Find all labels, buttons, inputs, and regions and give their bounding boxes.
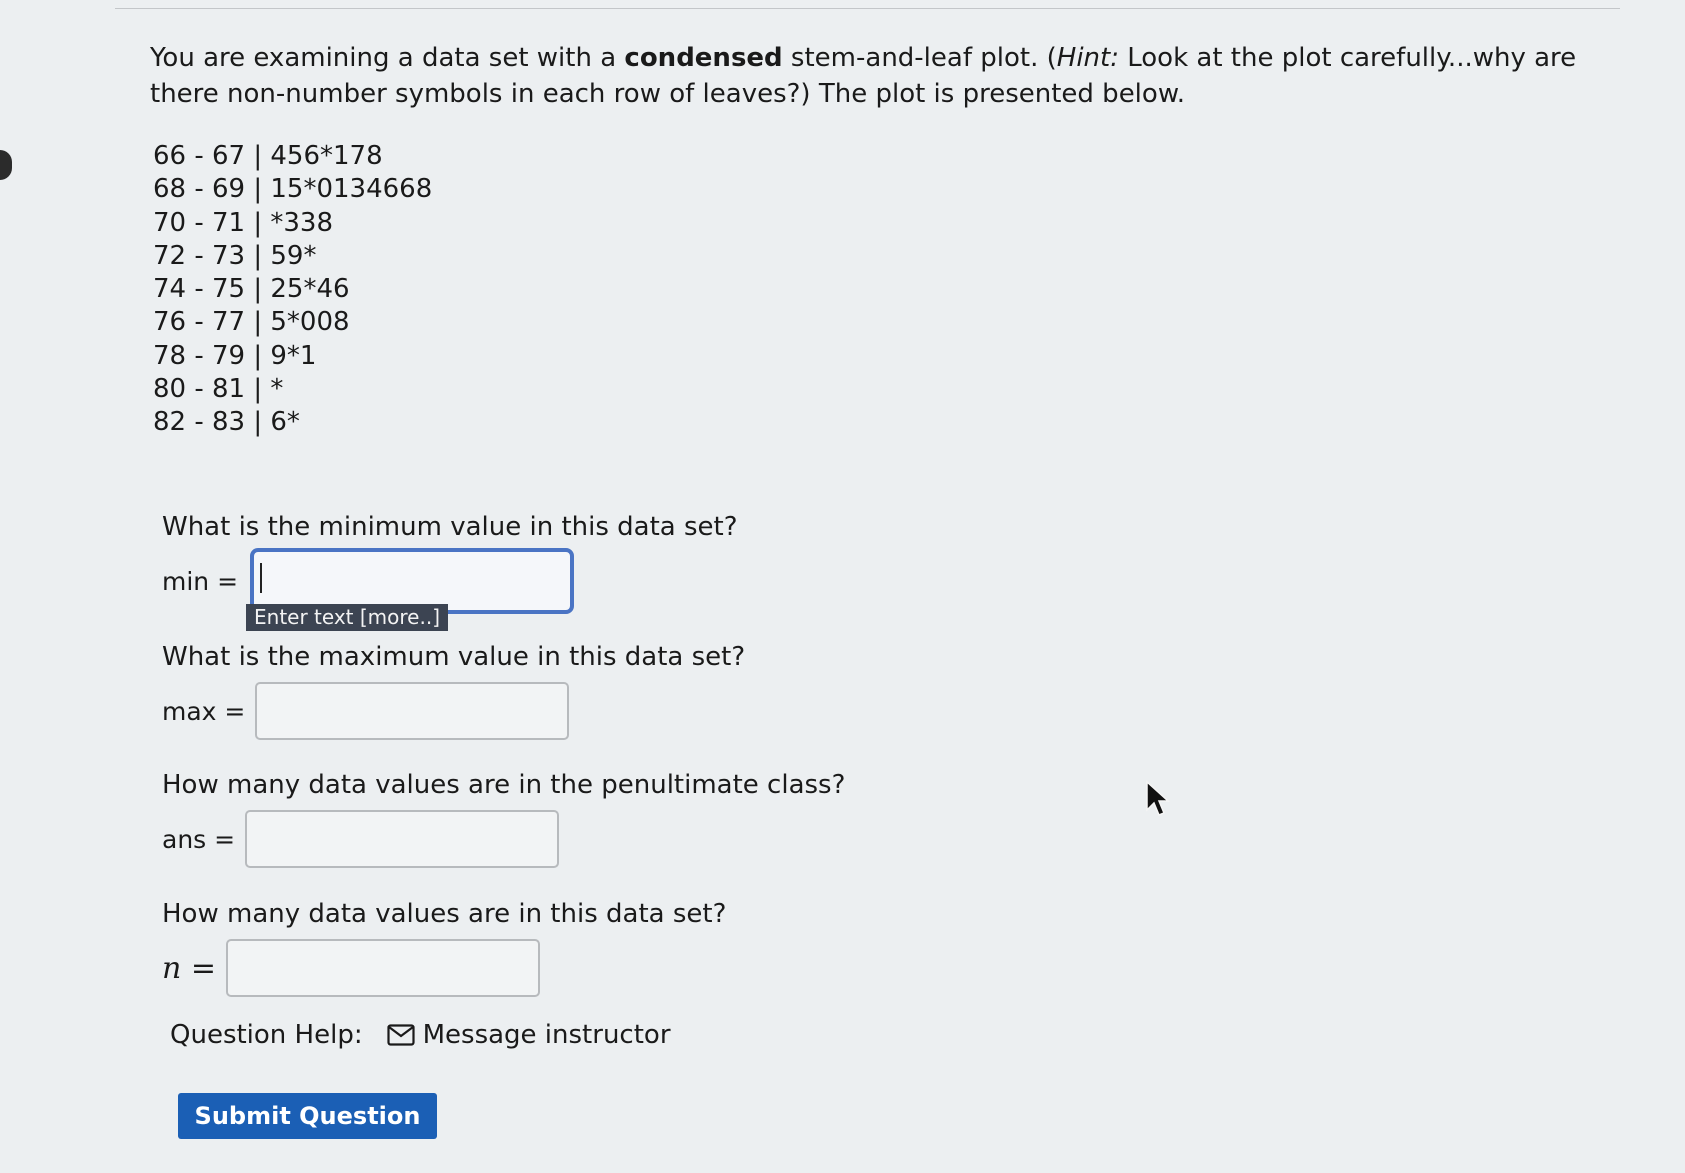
question-max-text: What is the maximum value in this data s… bbox=[162, 642, 746, 672]
stem-leaf-row: 76 - 77 | 5*008 bbox=[153, 307, 350, 338]
mouse-pointer-icon bbox=[1146, 780, 1170, 816]
answer-line-n: n = bbox=[162, 939, 726, 997]
intro-bold-text: condensed bbox=[624, 43, 783, 73]
max-input[interactable] bbox=[255, 682, 570, 740]
answer-line-max: max = bbox=[162, 682, 745, 740]
min-label: min = bbox=[162, 566, 239, 596]
ans-input[interactable] bbox=[245, 810, 560, 868]
question-penultimate-text: How many data values are in the penultim… bbox=[162, 770, 846, 800]
question-penultimate: How many data values are in the penultim… bbox=[162, 768, 845, 868]
n-input[interactable] bbox=[226, 939, 540, 997]
question-count: How many data values are in this data se… bbox=[162, 897, 726, 997]
text-caret bbox=[260, 563, 262, 593]
question-help-label: Question Help: bbox=[170, 1020, 363, 1050]
question-count-text: How many data values are in this data se… bbox=[162, 899, 727, 929]
stem-leaf-row: 78 - 79 | 9*1 bbox=[153, 340, 317, 371]
stem-leaf-row: 68 - 69 | 15*0134668 bbox=[153, 174, 433, 205]
stem-leaf-row: 74 - 75 | 25*46 bbox=[153, 274, 350, 305]
intro-hint-label: Hint: bbox=[1056, 43, 1119, 73]
max-label: max = bbox=[162, 696, 246, 726]
message-instructor-link[interactable]: Message instructor bbox=[423, 1020, 671, 1050]
stem-leaf-row: 70 - 71 | *338 bbox=[153, 207, 333, 238]
top-divider bbox=[115, 8, 1620, 9]
ans-label: ans = bbox=[162, 824, 236, 854]
intro-text: stem-and-leaf plot. ( bbox=[782, 43, 1057, 73]
side-tab[interactable] bbox=[0, 150, 12, 180]
stem-leaf-row: 66 - 67 | 456*178 bbox=[153, 141, 383, 171]
question-help: Question Help: Message instructor bbox=[170, 1020, 671, 1050]
stem-leaf-row: 80 - 81 | * bbox=[153, 374, 284, 405]
stem-and-leaf-plot: 66 - 67 | 456*178 68 - 69 | 15*0134668 7… bbox=[153, 140, 1600, 440]
answer-line-ans: ans = bbox=[162, 810, 845, 868]
stem-leaf-row: 82 - 83 | 6* bbox=[153, 407, 300, 438]
mail-icon[interactable] bbox=[386, 1024, 415, 1046]
input-tooltip: Enter text [more..] bbox=[246, 604, 448, 631]
question-max: What is the maximum value in this data s… bbox=[162, 640, 745, 740]
question-min: What is the minimum value in this data s… bbox=[162, 510, 738, 614]
intro-text: You are examining a data set with a bbox=[150, 43, 625, 73]
question-intro: You are examining a data set with a cond… bbox=[150, 40, 1600, 112]
question-min-text: What is the minimum value in this data s… bbox=[162, 512, 738, 542]
question-content: You are examining a data set with a cond… bbox=[150, 40, 1600, 440]
submit-question-button[interactable]: Submit Question bbox=[178, 1093, 437, 1139]
stem-leaf-row: 72 - 73 | 59* bbox=[153, 240, 317, 271]
n-label: n = bbox=[162, 950, 216, 986]
